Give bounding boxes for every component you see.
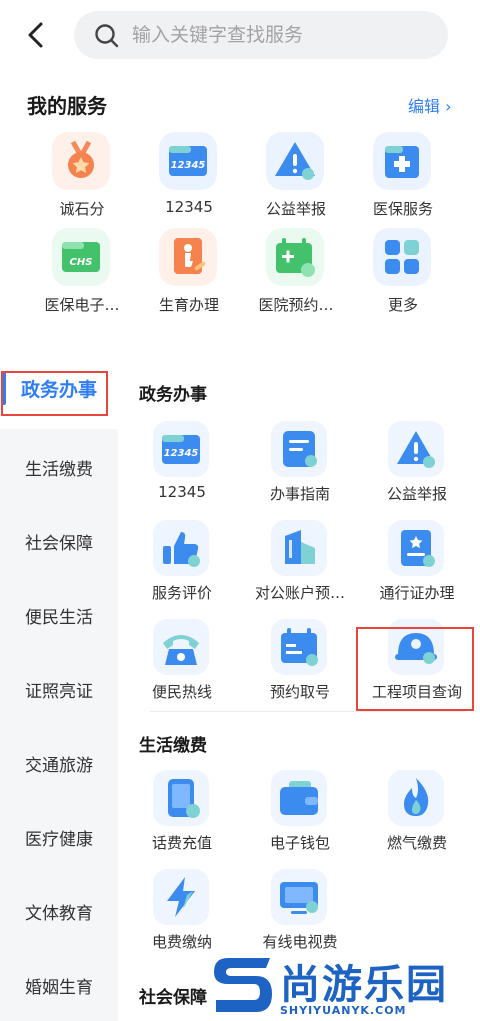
watermark-cn-text: 尚游乐园 (280, 962, 448, 1008)
chevron-right-icon: › (445, 97, 452, 116)
search-input[interactable] (132, 11, 432, 59)
sidebar-item-marriage[interactable]: 婚姻生育 (0, 947, 118, 1021)
service-item[interactable]: 服务评价 (127, 520, 237, 612)
service-item[interactable]: 办事指南 (245, 421, 355, 513)
my-service-item[interactable]: 医院预约… (241, 228, 351, 318)
tv-icon (271, 869, 327, 925)
chs-card-icon: CHS (52, 228, 110, 286)
service-item[interactable]: 便民热线 (127, 619, 237, 711)
back-arrow-icon[interactable] (22, 20, 52, 50)
service-item[interactable]: 通行证办理 (362, 520, 472, 612)
medical-insurance-icon (373, 132, 431, 190)
my-service-item[interactable]: CHS 医保电子… (27, 228, 137, 318)
my-service-label: 生育办理 (158, 296, 219, 314)
service-item[interactable]: 话费充值 (127, 770, 237, 862)
sidebar-item-label: 医疗健康 (25, 830, 93, 850)
my-service-item[interactable]: 公益举报 (241, 132, 351, 222)
search-bar[interactable] (74, 11, 448, 59)
hotline-12345-icon: 12345 (159, 132, 217, 190)
sidebar-item-convenience[interactable]: 便民生活 (0, 577, 118, 651)
wallet-icon (271, 770, 327, 826)
service-label: 服务评价 (151, 584, 212, 602)
telephone-icon (153, 619, 209, 675)
hotline-12345-icon: 12345 (153, 421, 209, 477)
watermark-en-text: SHYIYUANYK.COM (280, 1004, 407, 1017)
sidebar-item-label: 便民生活 (25, 608, 93, 628)
my-service-label: 医保服务 (372, 200, 433, 218)
sidebar-item-label: 生活缴费 (25, 460, 93, 480)
calendar-icon (271, 619, 327, 675)
section-title-social: 社会保障 (139, 988, 207, 1008)
service-label: 便民热线 (151, 683, 212, 701)
svg-text:CHS: CHS (70, 257, 93, 268)
sidebar-item-travel[interactable]: 交通旅游 (0, 725, 118, 799)
highlight-box (1, 371, 108, 416)
my-service-item[interactable]: 生育办理 (134, 228, 244, 318)
edit-label: 编辑 (408, 97, 441, 116)
sidebar-item-label: 交通旅游 (25, 756, 93, 776)
medal-icon (52, 132, 110, 190)
service-label: 公益举报 (386, 485, 447, 503)
section-divider (150, 711, 465, 712)
svg-text:12345: 12345 (164, 448, 199, 459)
service-label: 对公账户预… (254, 584, 345, 602)
hospital-appointment-icon (266, 228, 324, 286)
my-service-label: 12345 (165, 198, 213, 216)
sidebar-item-license[interactable]: 证照亮证 (0, 651, 118, 725)
my-service-item[interactable]: 医保服务 (348, 132, 458, 222)
service-label: 办事指南 (269, 485, 330, 503)
sidebar-item-label: 证照亮证 (25, 682, 93, 702)
service-item[interactable]: 公益举报 (362, 421, 472, 513)
sidebar-item-education[interactable]: 文体教育 (0, 873, 118, 947)
section-title-life: 生活缴费 (139, 736, 207, 756)
service-item[interactable]: 燃气缴费 (362, 770, 472, 862)
service-label: 话费充值 (151, 834, 212, 852)
category-sidebar: 政务办事 生活缴费 社会保障 便民生活 证照亮证 交通旅游 医疗健康 文体教育 … (0, 355, 118, 1021)
service-label: 预约取号 (269, 683, 330, 701)
service-item[interactable]: 预约取号 (245, 619, 355, 711)
sidebar-item-label: 社会保障 (25, 534, 93, 554)
search-icon (95, 24, 119, 48)
grid-icon (373, 228, 431, 286)
watermark-logo-icon (214, 958, 272, 1012)
sidebar-item-label: 文体教育 (25, 904, 93, 924)
service-item[interactable]: 电子钱包 (245, 770, 355, 862)
my-service-item[interactable]: 12345 12345 (134, 132, 244, 222)
service-item[interactable]: 12345 12345 (127, 421, 237, 513)
top-bar (0, 0, 480, 70)
sidebar-item-label: 婚姻生育 (25, 978, 93, 998)
section-title-gov: 政务办事 (139, 385, 207, 405)
my-service-item[interactable]: 诚石分 (27, 132, 137, 222)
sidebar-item-social-security[interactable]: 社会保障 (0, 503, 118, 577)
edit-link[interactable]: 编辑 › (408, 93, 452, 117)
my-service-label: 更多 (387, 296, 418, 314)
sidebar-item-health[interactable]: 医疗健康 (0, 799, 118, 873)
pass-icon (388, 520, 444, 576)
service-label: 燃气缴费 (386, 834, 447, 852)
my-services-title: 我的服务 (27, 94, 107, 118)
svg-text:12345: 12345 (171, 160, 206, 171)
phone-recharge-icon (153, 770, 209, 826)
watermark: 尚游乐园 SHYIYUANYK.COM (210, 948, 480, 1021)
service-label: 12345 (158, 483, 206, 501)
maternity-icon (159, 228, 217, 286)
sidebar-item-life-payment[interactable]: 生活缴费 (0, 429, 118, 503)
service-label: 电子钱包 (269, 834, 330, 852)
service-label: 通行证办理 (379, 584, 455, 602)
my-service-label: 公益举报 (265, 200, 326, 218)
my-service-item[interactable]: 更多 (348, 228, 458, 318)
warning-icon (388, 421, 444, 477)
warning-icon (266, 132, 324, 190)
highlight-box (356, 627, 474, 711)
service-item[interactable]: 对公账户预… (245, 520, 355, 612)
flame-icon (388, 770, 444, 826)
my-service-label: 诚石分 (59, 200, 105, 218)
my-service-label: 医保电子… (44, 296, 120, 314)
my-service-label: 医院预约… (258, 296, 334, 314)
guide-icon (271, 421, 327, 477)
thumbs-up-icon (153, 520, 209, 576)
lightning-icon (153, 869, 209, 925)
building-icon (271, 520, 327, 576)
